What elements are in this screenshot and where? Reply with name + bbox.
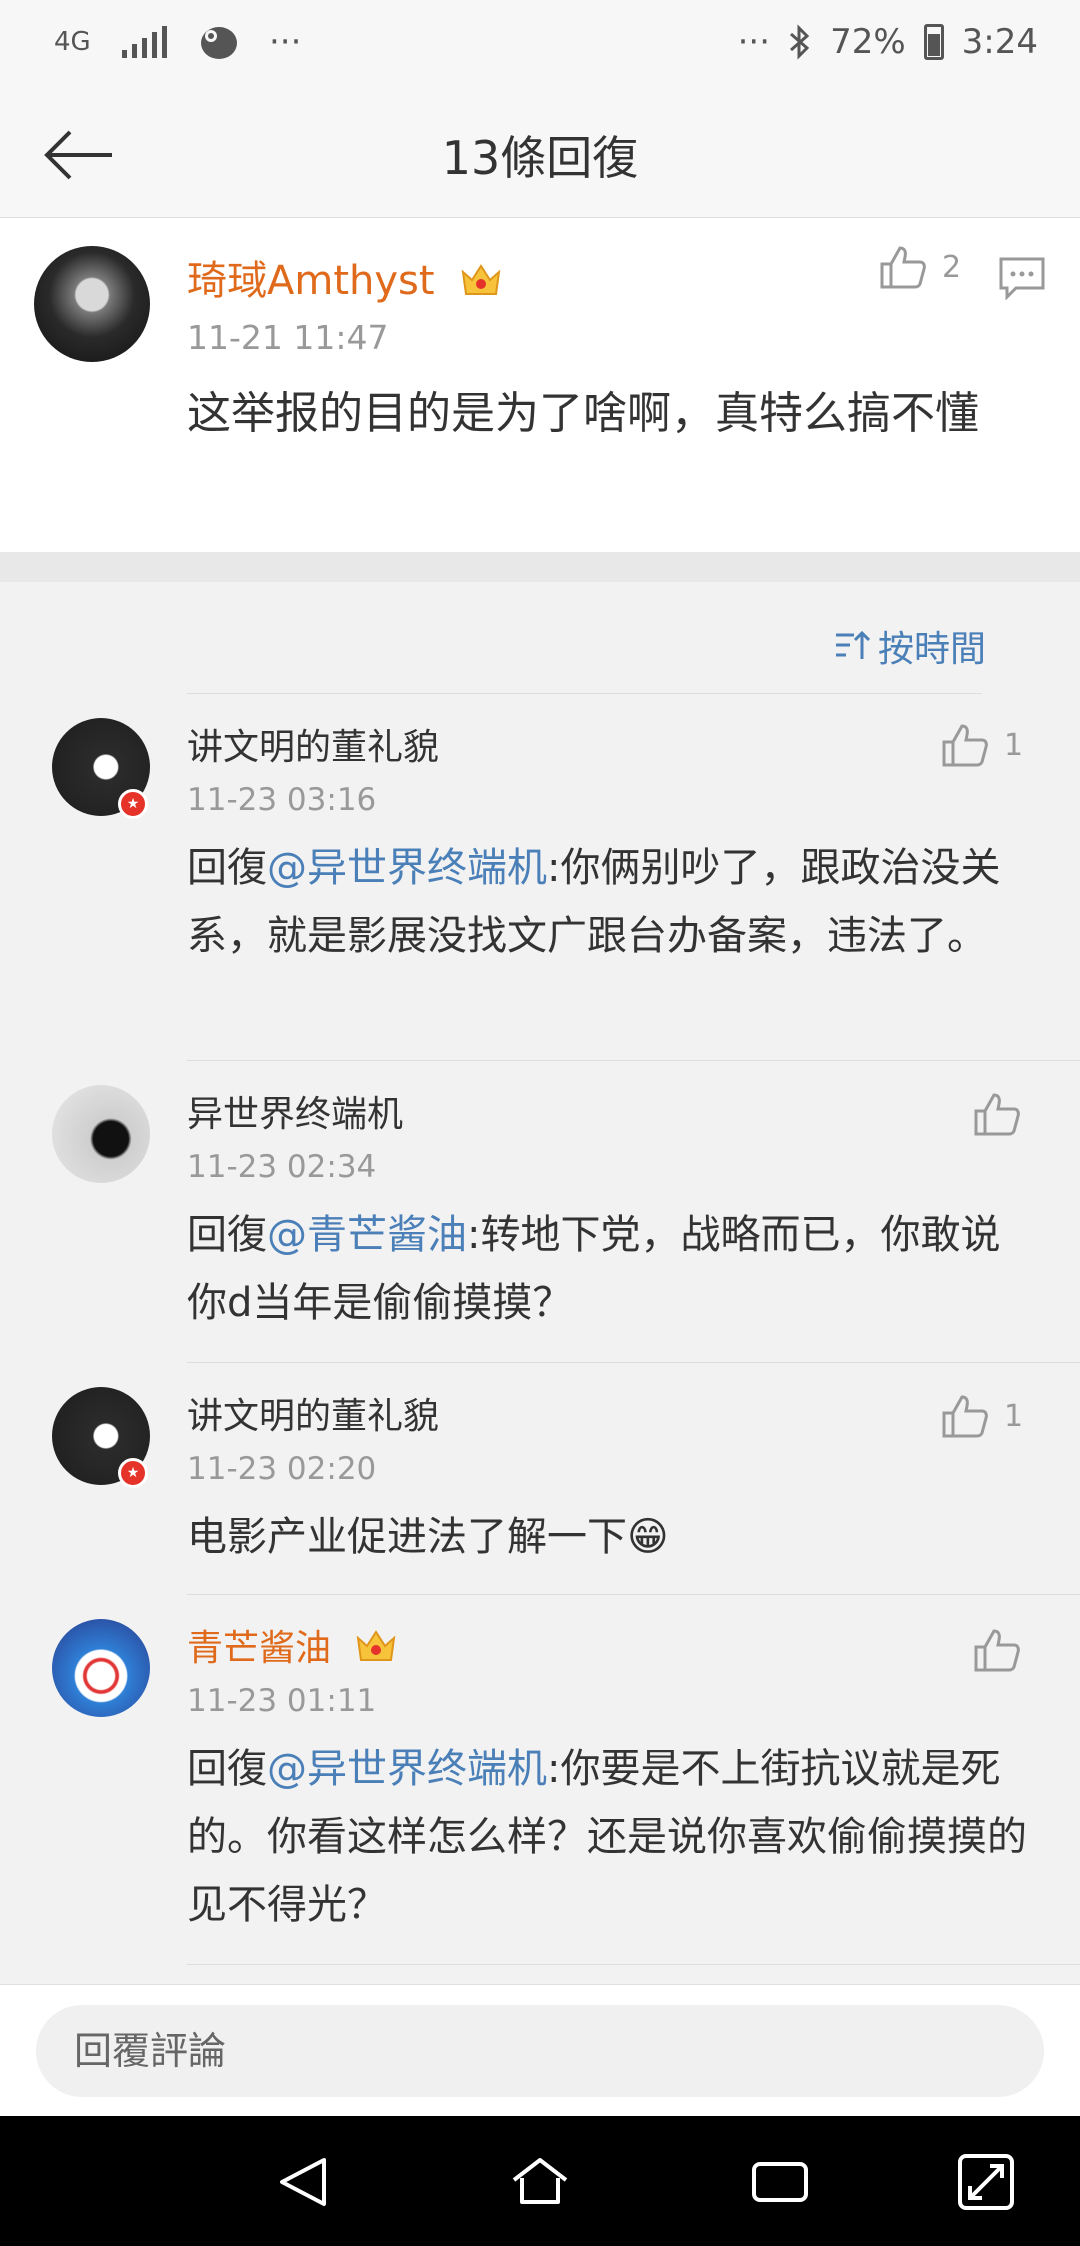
mention-link[interactable]: @异世界终端机 bbox=[267, 1746, 547, 1792]
reply-author[interactable]: 异世界终端机 bbox=[187, 1085, 403, 1137]
network-type: 4G bbox=[54, 27, 91, 57]
reply-time: 11-23 03:16 bbox=[187, 782, 377, 818]
reply-bar: 回覆評論 bbox=[0, 1984, 1080, 2116]
comment-author[interactable]: 琦琙Amthyst bbox=[187, 248, 503, 306]
sort-label[interactable]: 按時間 bbox=[878, 620, 986, 672]
nav-home-icon[interactable] bbox=[508, 2150, 572, 2214]
like-button[interactable]: 2 bbox=[878, 244, 961, 290]
thumbs-up-icon bbox=[974, 1093, 1020, 1136]
reply-time: 11-23 02:34 bbox=[187, 1149, 377, 1185]
bluetooth-icon bbox=[790, 24, 810, 60]
reply-text: 回復@异世界终端机:你要是不上街抗议就是死的。你看这样怎么样？还是说你喜欢偷偷摸… bbox=[187, 1735, 1037, 1939]
app-notification-icon bbox=[201, 27, 237, 59]
vip-crown-icon bbox=[357, 1630, 396, 1661]
main-comment: 琦琙Amthyst 11-21 11:47 这举报的目的是为了啥啊，真特么搞不懂… bbox=[0, 218, 1080, 552]
mention-link[interactable]: @异世界终端机 bbox=[267, 845, 547, 891]
reply-item: 青芒酱油 11-23 01:11 回復@异世界终端机:你要是不上街抗议就是死的。… bbox=[0, 1595, 1080, 1965]
reply-text: 回復@青芒酱油:转地下党，战略而已，你敢说你d当年是偷偷摸摸？ bbox=[187, 1201, 1037, 1337]
like-button[interactable]: 1 bbox=[940, 1393, 1023, 1439]
thumbs-up-icon bbox=[942, 1395, 988, 1438]
clock: 3:24 bbox=[961, 22, 1038, 62]
reply-body: 电影产业促进法了解一下😁 bbox=[187, 1514, 669, 1560]
status-bar: 4G ··· ··· 72% 3:24 bbox=[0, 0, 1080, 92]
more-status: ··· bbox=[737, 22, 771, 62]
reply-time: 11-23 01:11 bbox=[187, 1683, 377, 1719]
system-nav-bar bbox=[0, 2116, 1080, 2246]
mention-link[interactable]: @青芒酱油 bbox=[267, 1212, 467, 1258]
reply-prefix: 回復 bbox=[187, 845, 267, 891]
comment-reply-icon[interactable] bbox=[998, 256, 1046, 300]
reply-item: ★ 讲文明的董礼貌 11-23 03:16 1 回復@异世界终端机:你俩别吵了，… bbox=[0, 694, 1080, 1061]
reply-time: 11-23 02:20 bbox=[187, 1451, 377, 1487]
like-count: 2 bbox=[942, 249, 962, 285]
comment-text: 这举报的目的是为了啥啊，真特么搞不懂 bbox=[187, 388, 979, 439]
app-header: 13條回復 bbox=[0, 92, 1080, 218]
battery-percent: 72% bbox=[830, 22, 906, 62]
reply-text: 回復@异世界终端机:你俩别吵了，跟政治没关系，就是影展没找文广跟台办备案，违法了… bbox=[187, 834, 1037, 970]
nav-back-icon[interactable] bbox=[272, 2150, 336, 2214]
avatar[interactable] bbox=[34, 246, 150, 362]
sort-button[interactable]: 按時間 bbox=[834, 620, 986, 672]
avatar[interactable] bbox=[52, 1619, 150, 1717]
more-notifications: ··· bbox=[269, 22, 302, 62]
avatar[interactable] bbox=[52, 1085, 150, 1183]
like-count: 1 bbox=[1004, 1398, 1024, 1434]
reply-prefix: 回復 bbox=[187, 1746, 267, 1792]
reply-text: 电影产业促进法了解一下😁 bbox=[187, 1503, 1037, 1571]
thumbs-up-icon bbox=[942, 724, 988, 767]
nav-recents-icon[interactable] bbox=[748, 2150, 812, 2214]
signal-icon bbox=[122, 26, 167, 58]
comment-time: 11-21 11:47 bbox=[187, 318, 389, 357]
comment-author-name[interactable]: 琦琙Amthyst bbox=[187, 258, 435, 304]
page-title: 13條回復 bbox=[441, 131, 639, 185]
sort-icon bbox=[836, 630, 870, 659]
like-button[interactable] bbox=[972, 1091, 1036, 1137]
reply-item: ★ 讲文明的董礼貌 11-23 02:20 1 电影产业促进法了解一下😁 bbox=[0, 1363, 1080, 1595]
reply-author-name[interactable]: 青芒酱油 bbox=[187, 1628, 331, 1669]
thumbs-up-icon bbox=[974, 1629, 1020, 1672]
like-button[interactable]: 1 bbox=[940, 722, 1023, 768]
section-divider bbox=[0, 552, 1080, 582]
like-count: 1 bbox=[1004, 727, 1024, 763]
reply-prefix: 回復 bbox=[187, 1212, 267, 1258]
verified-badge-icon: ★ bbox=[118, 789, 148, 819]
vip-crown-icon bbox=[461, 264, 501, 295]
thumbs-up-icon bbox=[880, 246, 926, 289]
divider bbox=[187, 1964, 1080, 1965]
verified-badge-icon: ★ bbox=[118, 1458, 148, 1488]
reply-item: 异世界终端机 11-23 02:34 回復@青芒酱油:转地下党，战略而已，你敢说… bbox=[0, 1061, 1080, 1363]
reply-author[interactable]: 青芒酱油 bbox=[187, 1619, 398, 1671]
reply-author[interactable]: 讲文明的董礼貌 bbox=[187, 718, 439, 770]
battery-icon bbox=[923, 24, 944, 60]
like-button[interactable] bbox=[972, 1627, 1036, 1673]
reply-author[interactable]: 讲文明的董礼貌 bbox=[187, 1387, 439, 1439]
nav-expand-icon[interactable] bbox=[954, 2150, 1018, 2214]
reply-input[interactable]: 回覆評論 bbox=[36, 2005, 1044, 2097]
